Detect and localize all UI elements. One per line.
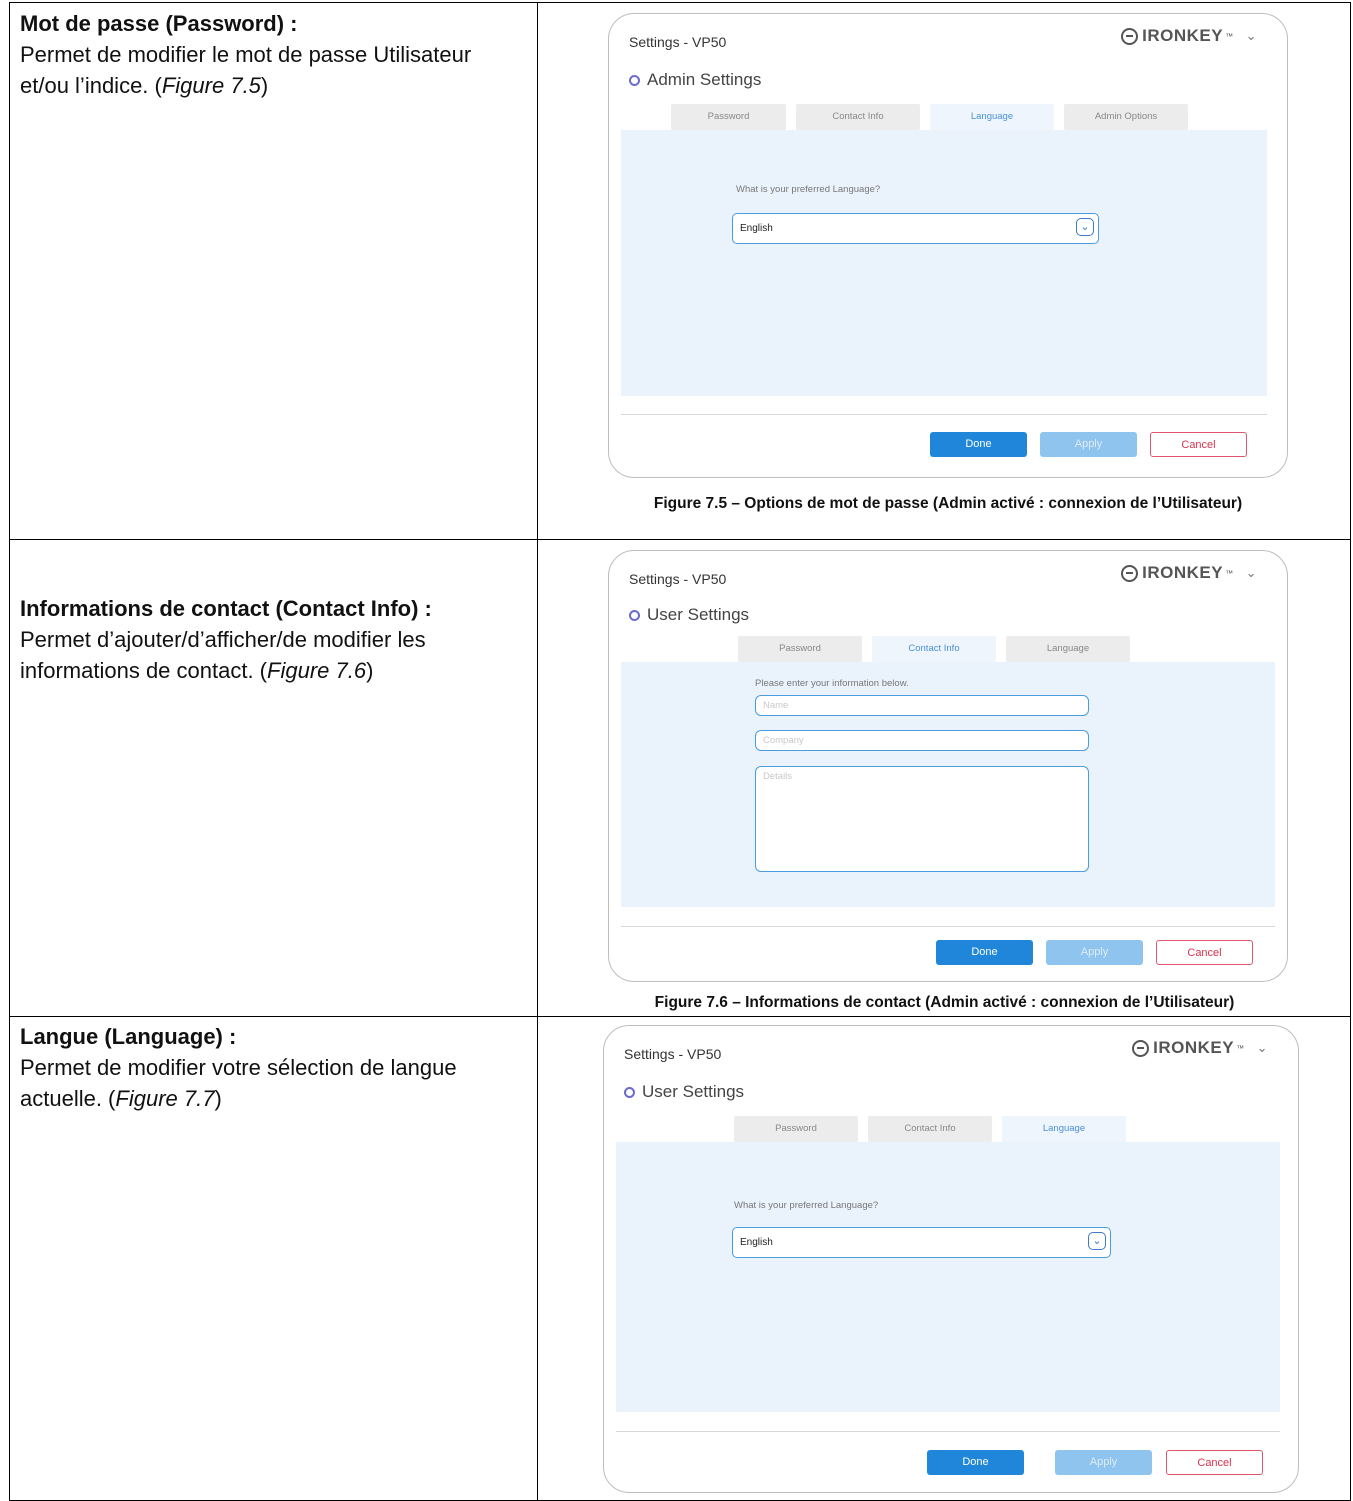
gear-icon — [629, 74, 640, 86]
done-button[interactable]: Done — [927, 1450, 1024, 1475]
contact-panel: Please enter your information below. Nam… — [621, 662, 1275, 907]
gear-icon — [624, 1086, 635, 1098]
settings-window: Settings - VP50 IRONKEY ™ ⌄ User Settings… — [608, 550, 1288, 982]
cancel-button[interactable]: Cancel — [1156, 940, 1253, 965]
section-title: User Settings — [629, 605, 749, 625]
table-row-password: Mot de passe (Password) : Permet de modi… — [9, 2, 1351, 539]
row-description: Langue (Language) : Permet de modifier v… — [20, 1021, 520, 1114]
column-divider — [537, 540, 538, 1016]
dropdown-arrow-icon[interactable]: ⌄ — [1088, 1232, 1106, 1250]
name-field[interactable]: Name — [755, 695, 1089, 716]
ironkey-logo-icon — [1121, 27, 1139, 45]
footer-separator — [621, 926, 1275, 927]
section-title: User Settings — [624, 1082, 744, 1102]
row-body: Permet d’ajouter/d’afficher/de modifier … — [20, 627, 426, 683]
footer-separator — [621, 414, 1267, 415]
row-heading: Langue (Language) : — [20, 1024, 237, 1049]
table-row-language: Langue (Language) : Permet de modifier v… — [9, 1016, 1351, 1501]
row-description: Mot de passe (Password) : Permet de modi… — [20, 8, 520, 101]
chevron-down-icon[interactable]: ⌄ — [1257, 1040, 1268, 1056]
row-heading: Mot de passe (Password) : — [20, 11, 298, 36]
tab-language[interactable]: Language — [1006, 636, 1130, 662]
ironkey-logo-icon — [1121, 564, 1139, 582]
tab-admin-options[interactable]: Admin Options — [1064, 104, 1188, 130]
done-button[interactable]: Done — [936, 940, 1033, 965]
apply-button[interactable]: Apply — [1055, 1450, 1152, 1475]
company-field[interactable]: Company — [755, 730, 1089, 751]
chevron-down-icon[interactable]: ⌄ — [1246, 565, 1257, 581]
tab-language[interactable]: Language — [930, 104, 1054, 130]
language-panel: What is your preferred Language? English… — [616, 1142, 1280, 1412]
tab-contact-info[interactable]: Contact Info — [872, 636, 996, 662]
tab-password[interactable]: Password — [738, 636, 862, 662]
cancel-button[interactable]: Cancel — [1150, 432, 1247, 457]
window-title: Settings - VP50 — [624, 1046, 722, 1062]
table-row-contact-info: Informations de contact (Contact Info) :… — [9, 539, 1351, 1016]
figure-caption: Figure 7.5 – Options de mot de passe (Ad… — [653, 495, 1243, 512]
row-description: Informations de contact (Contact Info) :… — [20, 593, 520, 686]
settings-window: Settings - VP50 IRONKEY ™ ⌄ User Settings… — [603, 1025, 1299, 1493]
tab-contact-info[interactable]: Contact Info — [868, 1116, 992, 1142]
apply-button[interactable]: Apply — [1040, 432, 1137, 457]
done-button[interactable]: Done — [930, 432, 1027, 457]
section-title: Admin Settings — [629, 70, 761, 90]
brand-logo[interactable]: IRONKEY ™ ⌄ — [1132, 1038, 1268, 1058]
chevron-down-icon[interactable]: ⌄ — [1246, 28, 1257, 44]
tab-language[interactable]: Language — [1002, 1116, 1126, 1142]
row-heading: Informations de contact (Contact Info) : — [20, 596, 432, 621]
dropdown-arrow-icon[interactable]: ⌄ — [1076, 218, 1094, 236]
ironkey-logo-icon — [1132, 1039, 1150, 1057]
language-select[interactable]: English ⌄ — [732, 1227, 1111, 1258]
tab-contact-info[interactable]: Contact Info — [796, 104, 920, 130]
brand-logo[interactable]: IRONKEY ™ ⌄ — [1121, 563, 1257, 583]
tab-password[interactable]: Password — [671, 104, 786, 130]
row-body: Permet de modifier votre sélection de la… — [20, 1055, 457, 1111]
language-select[interactable]: English ⌄ — [732, 213, 1099, 244]
column-divider — [537, 3, 538, 539]
gear-icon — [629, 609, 640, 621]
language-prompt: What is your preferred Language? — [736, 184, 881, 195]
brand-logo[interactable]: IRONKEY ™ ⌄ — [1121, 26, 1257, 46]
cancel-button[interactable]: Cancel — [1166, 1450, 1263, 1475]
column-divider — [537, 1017, 538, 1500]
details-field[interactable]: Details — [755, 766, 1089, 872]
figure-caption: Figure 7.6 – Informations de contact (Ad… — [654, 994, 1235, 1011]
contact-prompt: Please enter your information below. — [755, 678, 909, 689]
window-title: Settings - VP50 — [629, 34, 727, 50]
window-title: Settings - VP50 — [629, 571, 727, 587]
settings-window: Settings - VP50 IRONKEY ™ ⌄ Admin Setting… — [608, 13, 1288, 478]
row-body: Permet de modifier le mot de passe Utili… — [20, 42, 472, 98]
language-prompt: What is your preferred Language? — [734, 1200, 879, 1211]
footer-separator — [616, 1431, 1280, 1432]
language-panel: What is your preferred Language? English… — [621, 130, 1267, 396]
tab-password[interactable]: Password — [734, 1116, 858, 1142]
apply-button[interactable]: Apply — [1046, 940, 1143, 965]
